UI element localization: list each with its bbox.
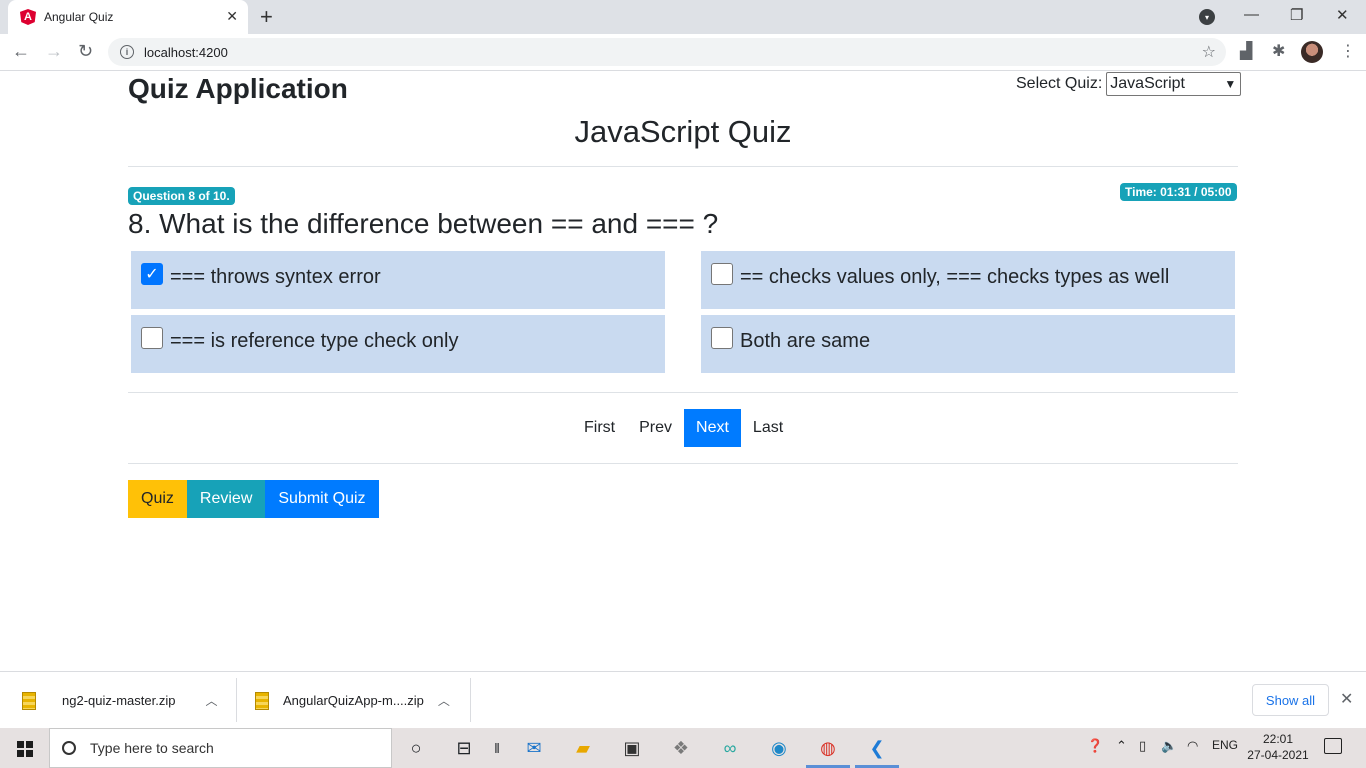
language-indicator[interactable]: ENG [1212, 738, 1238, 752]
extensions-puzzle-icon[interactable]: ✱ [1272, 41, 1285, 61]
chevron-up-icon[interactable]: ︿ [438, 692, 450, 709]
browser-tab[interactable]: A Angular Quiz ✕ [8, 0, 248, 34]
tab-title: Angular Quiz [44, 10, 114, 24]
next-button[interactable]: Next [684, 409, 741, 447]
download-filename: ng2-quiz-master.zip [62, 693, 176, 708]
file-explorer-icon[interactable]: ▰ [570, 736, 596, 760]
pinned-divider-icon: ‖ [494, 740, 500, 756]
download-filename: AngularQuizApp-m....zip [283, 693, 424, 708]
select-quiz-label: Select Quiz: [1016, 75, 1103, 92]
option-2-label: == checks values only, === checks types … [740, 266, 1170, 288]
submit-quiz-button[interactable]: Submit Quiz [265, 480, 379, 518]
last-button[interactable]: Last [741, 409, 795, 447]
quiz-select[interactable]: JavaScript ▼ [1106, 72, 1242, 96]
url-text: localhost:4200 [144, 44, 228, 60]
question-text: 8. What is the difference between == and… [128, 208, 719, 239]
site-info-icon[interactable]: i [120, 45, 134, 59]
battery-icon[interactable]: ▯ [1139, 738, 1146, 754]
window-close-icon[interactable]: ✕ [1336, 6, 1349, 24]
option-3-checkbox[interactable] [141, 327, 163, 349]
quiz-select-value: JavaScript [1110, 75, 1185, 92]
first-button[interactable]: First [572, 409, 627, 447]
clock-time: 22:01 [1262, 732, 1294, 746]
download-item[interactable]: ng2-quiz-master.zip ︿ [22, 672, 217, 729]
profile-avatar[interactable] [1301, 41, 1323, 63]
timer-badge: Time: 01:31 / 05:00 [1120, 183, 1237, 201]
windows-start-icon[interactable] [17, 741, 33, 757]
mail-icon[interactable]: ✉ [521, 736, 547, 760]
option-2[interactable]: == checks values only, === checks types … [701, 251, 1235, 309]
store-icon[interactable]: ▣ [619, 736, 645, 760]
chevron-up-icon[interactable]: ⌃ [1116, 738, 1127, 754]
browser-menu-icon[interactable]: ⋮ [1340, 41, 1356, 61]
download-shelf: ng2-quiz-master.zip ︿ AngularQuizApp-m..… [0, 671, 1366, 728]
zip-file-icon [255, 691, 269, 710]
quiz-button[interactable]: Quiz [128, 480, 187, 518]
quiz-selector: Select Quiz: JavaScript ▼ [1016, 72, 1242, 96]
extension-stats-icon[interactable]: ▟ [1240, 41, 1252, 61]
restore-icon[interactable]: ❐ [1290, 6, 1303, 24]
notification-icon[interactable] [1324, 738, 1342, 754]
reload-icon[interactable]: ↻ [78, 41, 93, 62]
vscode-icon[interactable]: ❮ [864, 736, 890, 760]
tab-close-icon[interactable]: ✕ [226, 8, 238, 25]
help-icon[interactable]: ❓ [1087, 738, 1103, 754]
taskbar-search[interactable]: Type here to search [49, 728, 392, 768]
mode-buttons: Quiz Review Submit Quiz [128, 480, 379, 518]
back-icon[interactable]: ← [12, 41, 30, 62]
option-2-checkbox[interactable] [711, 263, 733, 285]
option-4-label: Both are same [740, 330, 871, 352]
show-all-button[interactable]: Show all [1252, 684, 1329, 716]
download-item[interactable]: AngularQuizApp-m....zip ︿ [255, 672, 450, 729]
browser-tab-strip: A Angular Quiz ✕ + ▾ — ❐ ✕ [0, 0, 1366, 34]
divider [470, 678, 471, 722]
pagination: First Prev Next Last [572, 409, 795, 447]
option-3-label: === is reference type check only [170, 330, 459, 352]
option-1-checkbox[interactable]: ✓ [141, 263, 163, 285]
task-view-icon[interactable]: ⊟ [451, 736, 477, 760]
windows-taskbar: Type here to search ○ ⊟ ‖ ✉ ▰ ▣ ❖ ∞ ◉ ◍ … [0, 728, 1366, 768]
volume-icon[interactable]: 🔈 [1161, 738, 1177, 754]
option-4-checkbox[interactable] [711, 327, 733, 349]
zip-file-icon [22, 691, 36, 710]
divider [128, 166, 1238, 167]
search-icon [62, 741, 76, 755]
divider [236, 678, 237, 722]
system-clock[interactable]: 22:01 27-04-2021 [1243, 731, 1313, 763]
question-progress-badge: Question 8 of 10. [128, 187, 235, 205]
dropbox-icon[interactable]: ❖ [668, 736, 694, 760]
tab-search-icon[interactable]: ▾ [1199, 9, 1215, 25]
angular-logo-icon: A [20, 9, 36, 25]
close-icon[interactable]: ✕ [1340, 689, 1353, 709]
bookmark-star-icon[interactable]: ☆ [1202, 42, 1216, 62]
address-toolbar: ← → ↻ i localhost:4200 ☆ [0, 34, 1366, 71]
chrome-icon[interactable]: ◍ [815, 736, 841, 760]
search-placeholder: Type here to search [90, 740, 214, 756]
divider [128, 392, 1238, 393]
clock-date: 27-04-2021 [1247, 748, 1309, 762]
divider [128, 463, 1238, 464]
address-bar[interactable]: i localhost:4200 ☆ [108, 38, 1226, 66]
review-button[interactable]: Review [186, 480, 266, 518]
quiz-heading: JavaScript Quiz [574, 114, 792, 149]
chevron-up-icon[interactable]: ︿ [205, 692, 217, 709]
new-tab-icon[interactable]: + [260, 4, 273, 30]
forward-icon[interactable]: → [45, 41, 63, 62]
cortana-icon[interactable]: ○ [403, 736, 429, 760]
network-icon[interactable]: ◠ [1187, 738, 1198, 754]
option-1-label: === throws syntex error [170, 266, 381, 288]
option-1[interactable]: ✓ === throws syntex error [131, 251, 665, 309]
chevron-down-icon: ▼ [1224, 77, 1237, 91]
option-4[interactable]: Both are same [701, 315, 1235, 373]
edge-icon[interactable]: ◉ [766, 736, 792, 760]
option-3[interactable]: === is reference type check only [131, 315, 665, 373]
page-title: Quiz Application [128, 73, 348, 104]
minimize-icon[interactable]: — [1244, 6, 1259, 23]
prev-button[interactable]: Prev [627, 409, 684, 447]
infinity-app-icon[interactable]: ∞ [717, 736, 743, 760]
